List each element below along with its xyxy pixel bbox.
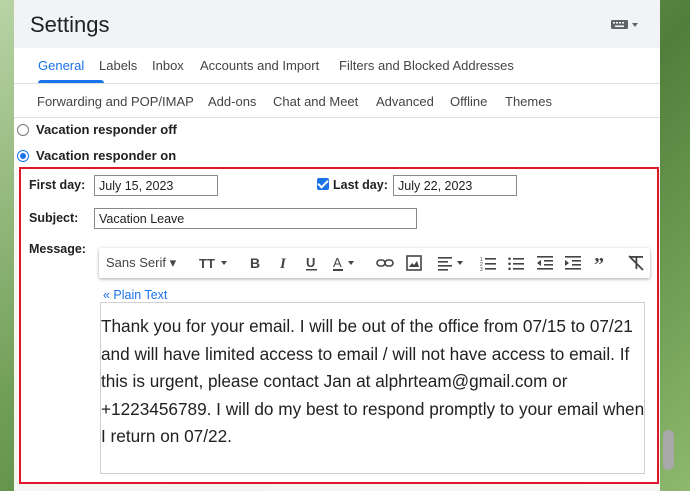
message-label: Message: <box>29 242 86 256</box>
last-day-label: Last day: <box>333 178 388 192</box>
link-icon[interactable] <box>376 254 394 272</box>
tab-chat-and-meet[interactable]: Chat and Meet <box>273 94 358 109</box>
tab-accounts-and-import[interactable]: Accounts and Import <box>200 58 319 73</box>
numbered-list-icon[interactable]: 1 2 3 <box>479 254 497 272</box>
vacation-off-radio[interactable] <box>17 124 29 136</box>
svg-text:A: A <box>333 255 342 270</box>
subject-input[interactable]: Vacation Leave <box>94 208 417 229</box>
tab-general[interactable]: General <box>38 58 84 73</box>
vacation-off-label: Vacation responder off <box>36 122 177 137</box>
page-title: Settings <box>30 12 110 37</box>
tab-labels[interactable]: Labels <box>99 58 137 73</box>
indent-more-icon[interactable] <box>564 254 582 272</box>
tab-filters-and-blocked-addresses[interactable]: Filters and Blocked Addresses <box>339 58 514 73</box>
last-day-input[interactable]: July 22, 2023 <box>393 175 517 196</box>
bulleted-list-icon[interactable] <box>507 254 525 272</box>
tabs-row-primary: General Labels Inbox Accounts and Import… <box>14 48 660 84</box>
active-tab-indicator <box>38 80 104 83</box>
font-family-select[interactable]: Sans Serif ▾ <box>106 255 176 273</box>
italic-icon[interactable]: I <box>275 254 293 272</box>
indent-less-icon[interactable] <box>536 254 554 272</box>
tab-themes[interactable]: Themes <box>505 94 552 109</box>
plain-text-link[interactable]: « Plain Text <box>103 288 167 302</box>
first-day-input[interactable]: July 15, 2023 <box>94 175 218 196</box>
underline-icon[interactable]: U <box>303 254 321 272</box>
keyboard-icon[interactable] <box>610 16 640 32</box>
vacation-on-radio[interactable] <box>17 150 29 162</box>
text-size-icon[interactable]: TT <box>199 254 229 272</box>
tab-advanced[interactable]: Advanced <box>376 94 434 109</box>
tab-forwarding-and-pop-imap[interactable]: Forwarding and POP/IMAP <box>37 94 194 109</box>
bold-icon[interactable]: B <box>247 254 265 272</box>
tab-add-ons[interactable]: Add-ons <box>208 94 256 109</box>
subject-label: Subject: <box>29 211 79 225</box>
scrollbar-thumb[interactable] <box>663 430 674 470</box>
last-day-checkbox[interactable] <box>317 178 329 190</box>
svg-text:I: I <box>279 256 287 272</box>
tab-offline[interactable]: Offline <box>450 94 487 109</box>
svg-text:”: ” <box>594 254 604 272</box>
font-family-label: Sans Serif <box>106 255 166 270</box>
vacation-off-row[interactable]: Vacation responder off <box>14 118 660 144</box>
settings-header <box>14 0 660 48</box>
tab-inbox[interactable]: Inbox <box>152 58 184 73</box>
quote-icon[interactable]: ” <box>593 254 611 272</box>
svg-text:B: B <box>250 255 260 271</box>
image-icon[interactable] <box>405 254 423 272</box>
svg-text:3: 3 <box>480 267 483 272</box>
first-day-label: First day: <box>29 178 86 192</box>
formatting-toolbar: Sans Serif ▾ TT B I U A 1 2 3 ” <box>99 248 650 278</box>
vacation-on-label: Vacation responder on <box>36 148 177 163</box>
message-body[interactable]: Thank you for your email. I will be out … <box>101 313 646 451</box>
align-icon[interactable] <box>437 254 467 272</box>
tabs-row-secondary: Forwarding and POP/IMAP Add-ons Chat and… <box>14 84 660 118</box>
svg-text:U: U <box>306 255 315 270</box>
svg-text:TT: TT <box>199 256 215 271</box>
text-color-icon[interactable]: A <box>331 254 359 272</box>
remove-formatting-icon[interactable] <box>627 254 645 272</box>
